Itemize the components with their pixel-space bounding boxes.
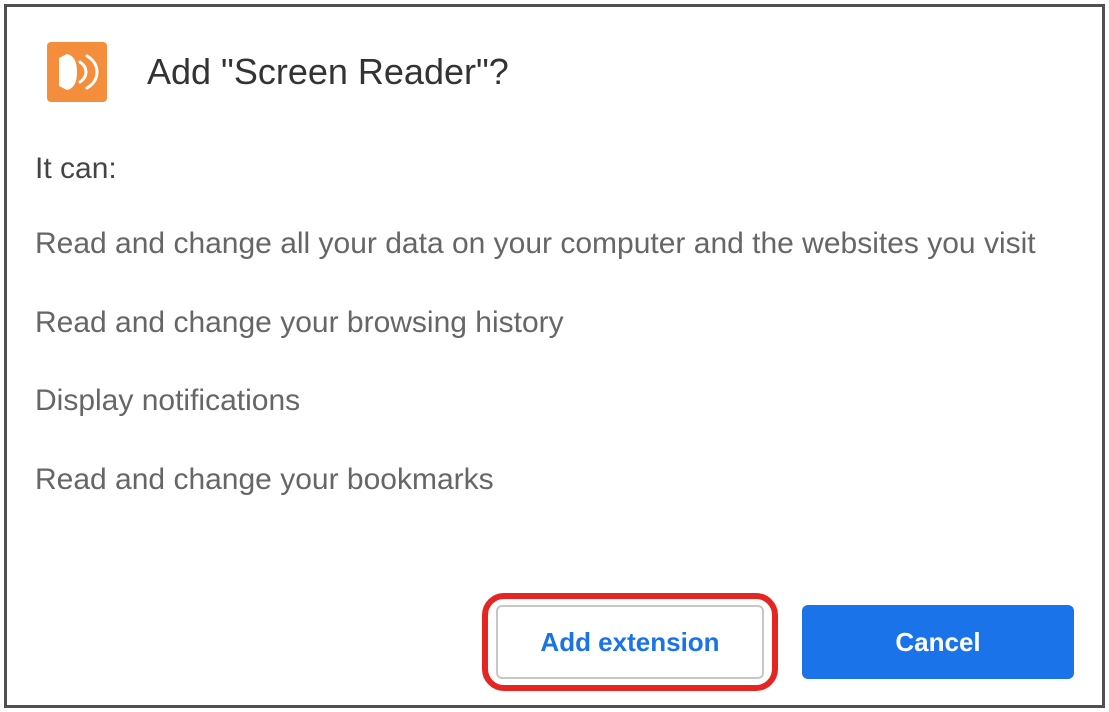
permission-item: Read and change your browsing history [35,300,1074,347]
permission-item: Read and change all your data on your co… [35,221,1074,268]
dialog-footer: Add extension Cancel [482,593,1074,691]
permission-item: Display notifications [35,378,1074,425]
dialog-title: Add "Screen Reader"? [147,51,509,93]
extension-install-dialog: Add "Screen Reader"? It can: Read and ch… [4,4,1105,708]
permission-item: Read and change your bookmarks [35,457,1074,504]
dialog-header: Add "Screen Reader"? [7,7,1102,132]
highlight-annotation: Add extension [482,593,778,691]
cancel-button[interactable]: Cancel [802,605,1074,679]
add-extension-button[interactable]: Add extension [496,605,764,679]
screen-reader-icon [47,42,107,102]
dialog-body: It can: Read and change all your data on… [7,132,1102,503]
permissions-label: It can: [35,152,1074,186]
